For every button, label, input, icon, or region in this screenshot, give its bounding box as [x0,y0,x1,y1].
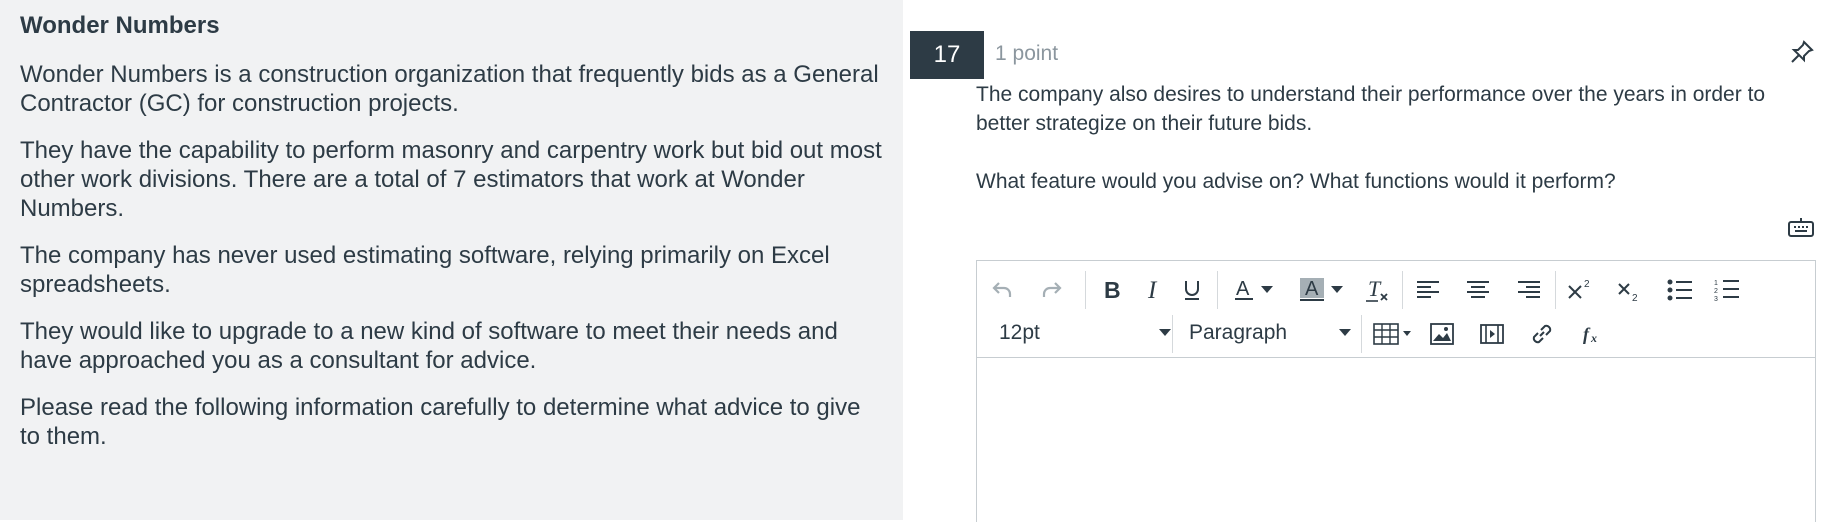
toolbar-separator [1361,315,1362,353]
chevron-down-icon[interactable] [1330,283,1344,297]
font-size-select[interactable]: 12pt [999,317,1171,349]
passage-panel: Wonder Numbers Wonder Numbers is a const… [0,0,903,520]
svg-text:T: T [1368,277,1382,301]
toolbar-separator [1555,271,1556,309]
redo-icon[interactable] [1037,275,1067,305]
block-format-select[interactable]: Paragraph [1189,317,1351,349]
italic-icon[interactable]: I [1139,275,1169,305]
svg-text:2: 2 [1584,279,1590,290]
numbered-list-icon[interactable]: 123 [1712,275,1742,305]
svg-text:I: I [1147,279,1158,301]
toolbar-separator [1172,315,1173,353]
svg-text:x: x [1590,331,1597,345]
font-size-value: 12pt [999,321,1040,344]
passage-paragraph: They have the capability to perform maso… [20,137,882,222]
keyboard-shortcuts-icon[interactable] [1787,216,1815,238]
passage-paragraph: They would like to upgrade to a new kind… [20,318,838,374]
equation-icon[interactable]: fx [1577,319,1607,349]
media-icon[interactable] [1477,319,1507,349]
undo-icon[interactable] [987,275,1017,305]
question-text: The company also desires to understand t… [976,80,1816,196]
toolbar-separator [1217,271,1218,309]
svg-text:A: A [1236,278,1250,300]
passage-paragraph: The company has never used estimating so… [20,242,830,298]
editor-toolbar: B I A A T 2 2 1 2 3 12pt Paragraph f x [977,261,1815,358]
link-icon[interactable] [1527,319,1557,349]
rich-content-editor: B I A A T 2 2 1 2 3 12pt Paragraph f x [976,260,1816,522]
pin-icon[interactable] [1788,38,1816,66]
image-icon[interactable] [1427,319,1457,349]
svg-text:2: 2 [1632,293,1638,302]
highlight-color-icon[interactable]: A [1297,275,1327,305]
block-format-value: Paragraph [1189,321,1288,344]
question-panel: 17 1 point The company also desires to u… [903,0,1825,522]
text-color-icon[interactable]: A [1229,275,1259,305]
align-left-icon[interactable] [1413,275,1443,305]
question-points: 1 point [995,42,1059,65]
table-icon[interactable] [1373,319,1413,349]
superscript-icon[interactable]: 2 [1565,275,1595,305]
bullet-list-icon[interactable] [1665,275,1695,305]
question-text-line: The company also desires to understand t… [976,83,1766,135]
align-center-icon[interactable] [1463,275,1493,305]
svg-text:B: B [1104,279,1121,301]
svg-text:2: 2 [1714,288,1718,295]
clear-formatting-icon[interactable]: T [1363,275,1393,305]
svg-text:f: f [1583,324,1591,344]
subscript-icon[interactable]: 2 [1615,275,1645,305]
chevron-down-icon[interactable] [1260,283,1274,297]
svg-text:A: A [1305,278,1319,300]
question-text-line: What feature would you advise on? What f… [976,170,1616,193]
question-number: 17 [910,31,984,79]
chevron-down-icon [1159,329,1171,336]
svg-text:3: 3 [1714,296,1718,302]
editor-text-area[interactable] [977,358,1815,522]
chevron-down-icon [1339,329,1351,336]
passage-paragraph: Wonder Numbers is a construction organiz… [20,61,879,117]
underline-icon[interactable] [1177,275,1207,305]
toolbar-separator [1402,271,1403,309]
bold-icon[interactable]: B [1097,275,1127,305]
svg-text:1: 1 [1714,280,1718,287]
passage-paragraph: Please read the following information ca… [20,394,861,450]
passage-title: Wonder Numbers [20,12,220,39]
toolbar-separator [1085,271,1086,309]
align-right-icon[interactable] [1514,275,1544,305]
